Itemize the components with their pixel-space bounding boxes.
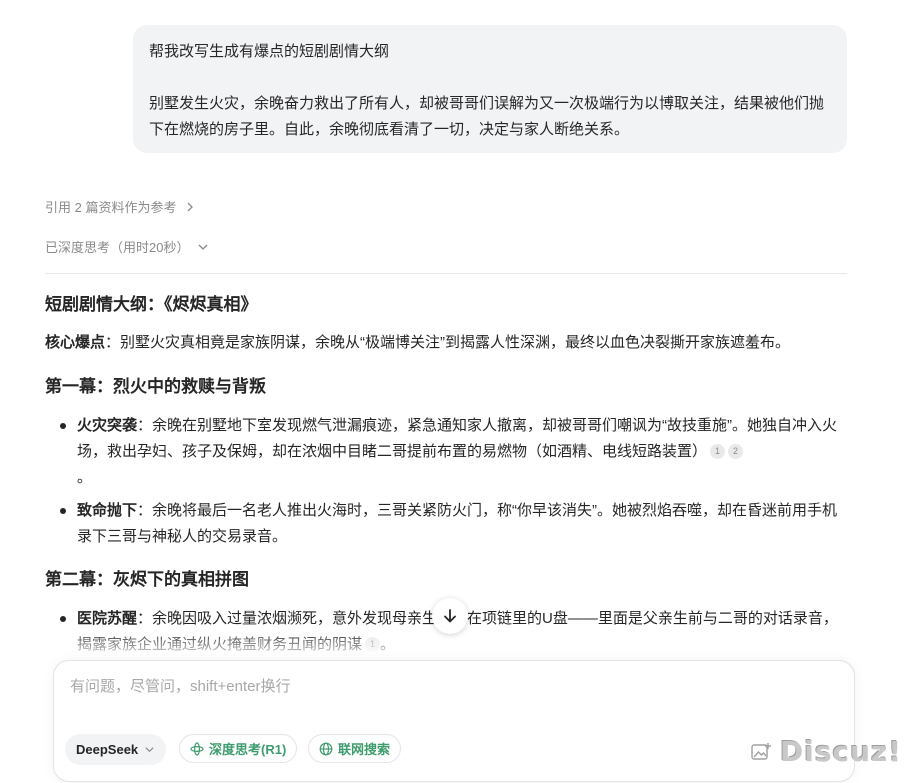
list-item: 火灾突袭：余晚在别墅地下室发现燃气泄漏痕迹，紧急通知家人撤离，却被哥哥们嘲讽为“… (45, 413, 845, 491)
references-label: 引用 2 篇资料作为参考 (45, 200, 177, 215)
web-search-button[interactable]: 联网搜索 (308, 734, 402, 763)
chat-input[interactable] (68, 673, 832, 717)
bullet-dot (60, 423, 66, 429)
user-message-bubble: 帮我改写生成有爆点的短剧剧情大纲 别墅发生火灾，余晚奋力救出了所有人，却被哥哥们… (133, 25, 847, 153)
core-text: ：别墅火灾真相竟是家族阴谋，余晚从“极端博关注”到揭露人性深渊，最终以血色决裂撕… (105, 334, 791, 351)
act2-heading: 第二幕：灰烬下的真相拼图 (45, 570, 249, 589)
thinking-toggle[interactable]: 已深度思考（用时20秒） (45, 237, 209, 256)
list-item: 致命抛下：余晚将最后一名老人推出火海时，三哥关紧防火门，称“你早该消失”。她被烈… (45, 498, 845, 550)
bullet-dot (60, 508, 66, 514)
references-toggle[interactable]: 引用 2 篇资料作为参考 (45, 197, 196, 216)
list-item-text: 火灾突袭：余晚在别墅地下室发现燃气泄漏痕迹，紧急通知家人撤离，却被哥哥们嘲讽为“… (77, 413, 845, 491)
scroll-to-bottom-button[interactable] (432, 598, 468, 634)
divider (45, 273, 847, 274)
act1-heading: 第一幕：烈火中的救赎与背叛 (45, 377, 266, 396)
user-message-line2: 别墅发生火灾，余晚奋力救出了所有人，却被哥哥们误解为又一次极端行为以博取关注，结… (149, 95, 825, 138)
bullet-dot (60, 616, 66, 622)
chevron-down-icon (199, 244, 208, 250)
image-upload-icon[interactable] (750, 741, 772, 763)
web-search-label: 联网搜索 (338, 742, 391, 757)
thinking-label: 已深度思考（用时20秒） (45, 240, 190, 255)
answer-title: 短剧剧情大纲：《烬烬真相》 (45, 295, 258, 314)
model-selector[interactable]: DeepSeek (65, 734, 167, 765)
chevron-right-icon (188, 202, 194, 211)
item-label: 医院苏醒 (77, 610, 138, 627)
list-item-text: 致命抛下：余晚将最后一名老人推出火海时，三哥关紧防火门，称“你早该消失”。她被烈… (77, 498, 845, 550)
deep-think-button[interactable]: 深度思考(R1) (179, 734, 298, 763)
item-tail: 。 (77, 469, 93, 486)
globe-icon (319, 742, 333, 755)
chat-input-box: DeepSeek 深度思考(R1) 联网搜索 (53, 660, 855, 782)
deep-think-label: 深度思考(R1) (209, 742, 287, 757)
item-text: ：余晚将最后一名老人推出火海时，三哥关紧防火门，称“你早该消失”。她被烈焰吞噬，… (77, 502, 838, 545)
citation-badge[interactable]: 2 (728, 444, 744, 459)
core-label: 核心爆点 (45, 334, 106, 351)
user-message-line1: 帮我改写生成有爆点的短剧剧情大纲 (149, 43, 390, 60)
core-point: 核心爆点：别墅火灾真相竟是家族阴谋，余晚从“极端博关注”到揭露人性深渊，最终以血… (45, 330, 790, 356)
content-fade (0, 630, 910, 660)
item-label: 火灾突袭 (77, 417, 138, 434)
item-label: 致命抛下 (77, 502, 138, 519)
model-label: DeepSeek (76, 742, 139, 757)
atom-icon (190, 741, 204, 756)
discuz-watermark: Discuz! (780, 735, 903, 768)
citation-badge[interactable]: 1 (710, 444, 726, 459)
arrow-down-icon (444, 609, 456, 623)
chevron-down-icon (145, 747, 154, 753)
